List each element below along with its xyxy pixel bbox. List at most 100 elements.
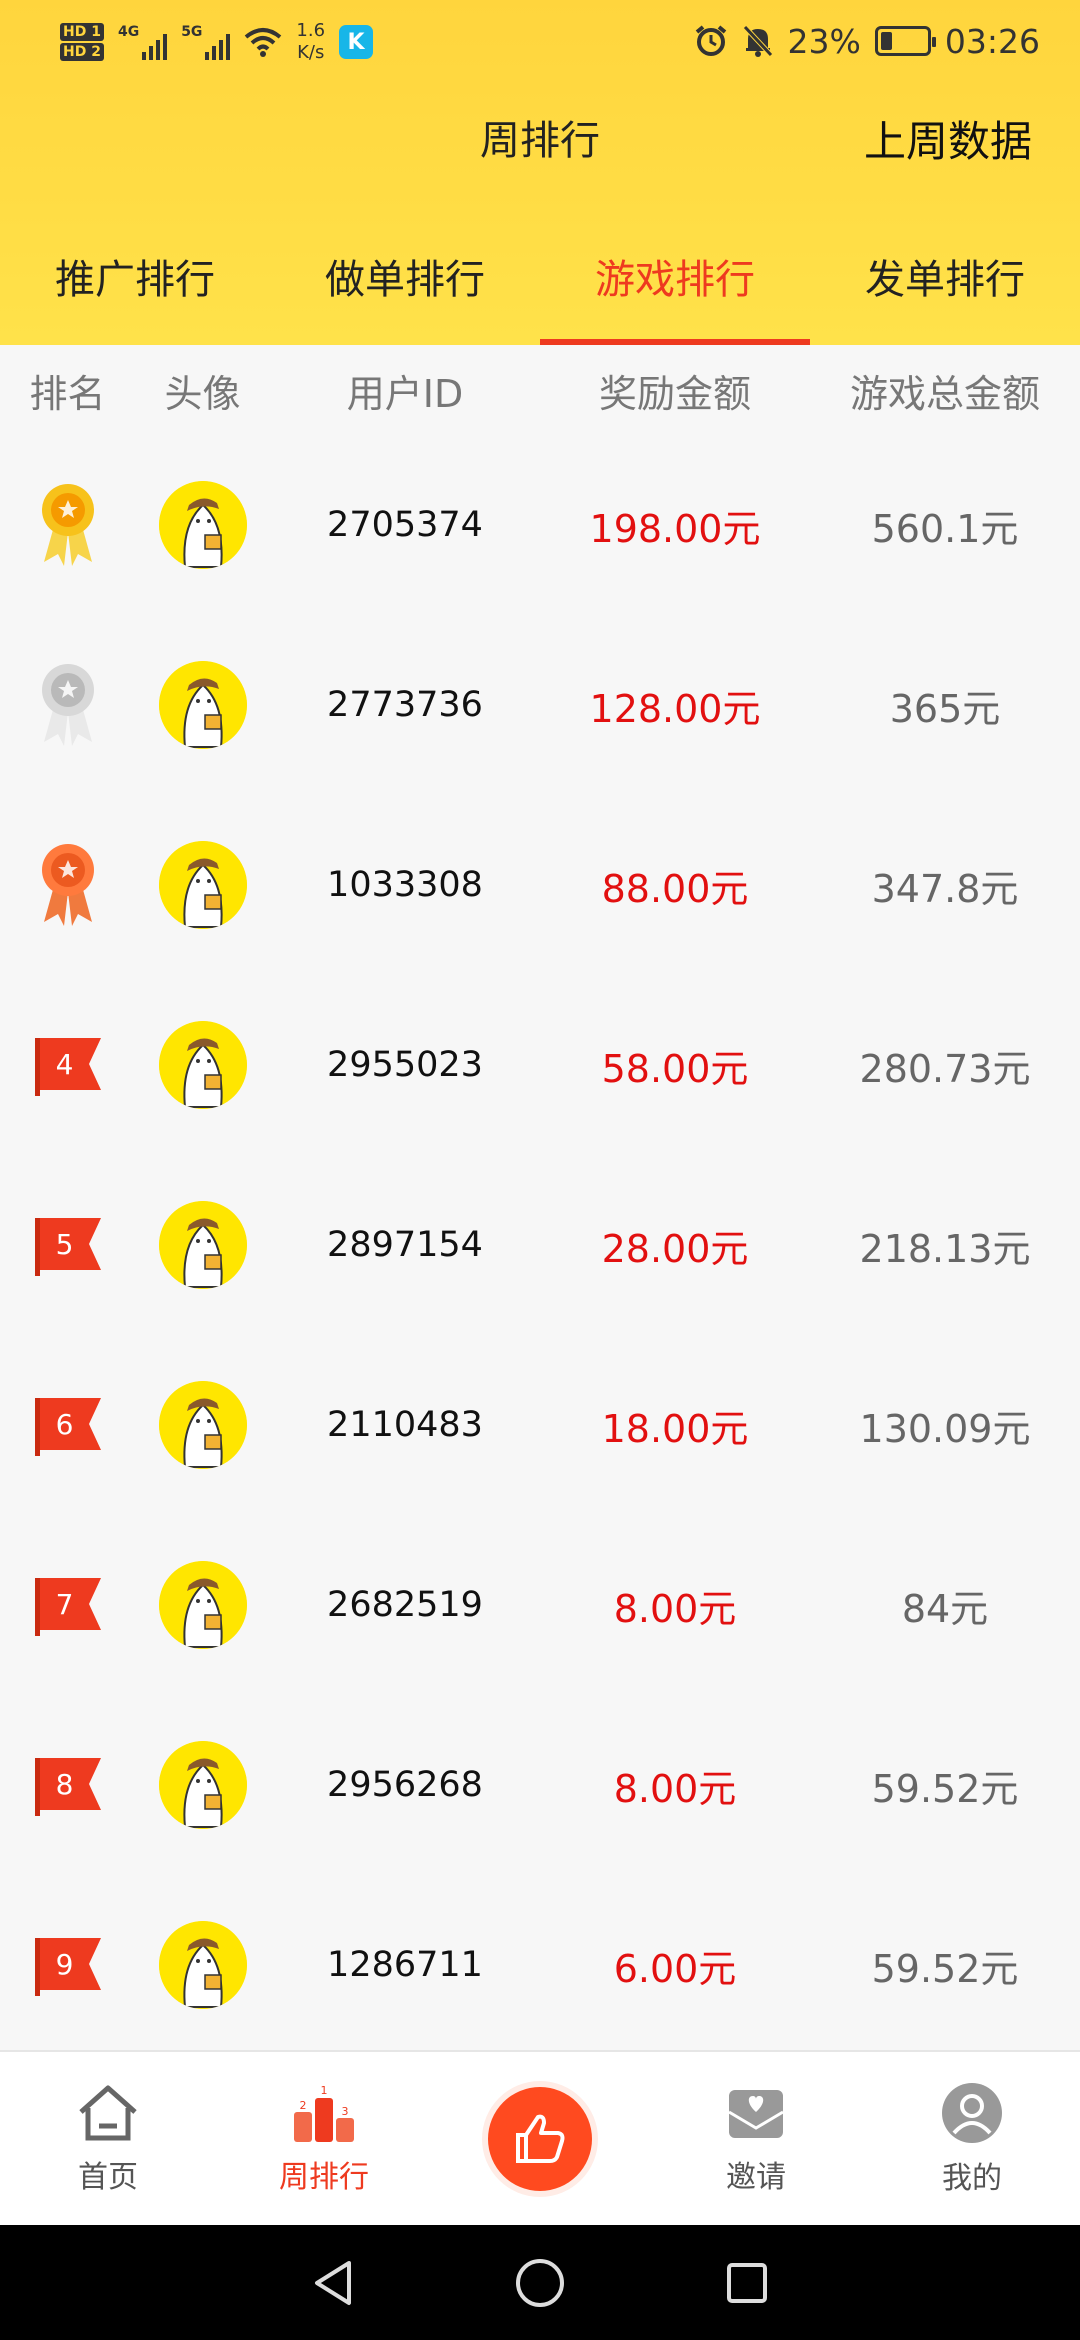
profile-icon (942, 2082, 1002, 2143)
svg-text:3: 3 (342, 2105, 349, 2118)
table-row[interactable]: 7 2682519 8.00元 84元 (0, 1515, 1080, 1695)
avatar[interactable] (158, 1201, 247, 1289)
table-row[interactable]: 1033308 88.00元 347.8元 (0, 795, 1080, 975)
clock: 03:26 (944, 21, 1040, 61)
bronze-medal-icon (36, 840, 100, 930)
rank-flag-icon: 9 (33, 1934, 103, 1996)
user-id: 2897154 (327, 1225, 483, 1265)
reward-amount: 8.00元 (613, 1766, 737, 1811)
col-reward: 奖励金额 (598, 371, 751, 416)
ranking-tabs: 推广排行 做单排行 游戏排行 发单排行 (0, 245, 1080, 345)
user-id: 2705374 (327, 505, 483, 545)
game-total-amount: 130.09元 (859, 1406, 1031, 1451)
tab-task-ranking[interactable]: 做单排行 (270, 245, 540, 345)
game-total-amount: 347.8元 (871, 866, 1019, 911)
rank-cell (0, 840, 135, 930)
gold-medal-icon (36, 480, 100, 570)
rank-flag-icon: 8 (33, 1754, 103, 1816)
thumbs-up-icon (516, 2114, 565, 2163)
alarm-icon (695, 25, 726, 56)
status-bar: HD 1 HD 2 4G 5G 1.6 K/s K 23% 03:26 (0, 0, 1080, 82)
battery-percent: 23% (787, 21, 861, 61)
nav-home[interactable]: 首页 (0, 2052, 216, 2225)
table-row[interactable]: 6 2110483 18.00元 130.09元 (0, 1335, 1080, 1515)
nav-weekly-ranking[interactable]: 2 1 3 周排行 (216, 2052, 432, 2225)
tab-promotion-ranking[interactable]: 推广排行 (0, 245, 270, 345)
rank-cell: 9 (0, 1934, 135, 1996)
table-row[interactable]: 8 2956268 8.00元 59.52元 (0, 1695, 1080, 1875)
user-id: 2682519 (327, 1585, 483, 1625)
bottom-nav: 首页 2 1 3 周排行 邀请 我的 (0, 2050, 1080, 2225)
rank-cell: 5 (0, 1214, 135, 1276)
tab-game-ranking[interactable]: 游戏排行 (540, 245, 810, 345)
reward-amount: 28.00元 (601, 1226, 749, 1271)
user-id: 1033308 (327, 865, 483, 905)
user-id: 1286711 (327, 1945, 483, 1985)
col-rank: 排名 (29, 371, 106, 416)
header: HD 1 HD 2 4G 5G 1.6 K/s K 23% 03:26 周排行 … (0, 0, 1080, 345)
user-id: 2956268 (327, 1765, 483, 1805)
rank-flag-icon: 5 (33, 1214, 103, 1276)
table-row[interactable]: 2773736 128.00元 365元 (0, 615, 1080, 795)
game-total-amount: 280.73元 (859, 1046, 1031, 1091)
avatar[interactable] (158, 841, 247, 929)
table-row[interactable]: 5 2897154 28.00元 218.13元 (0, 1155, 1080, 1335)
thumbs-up-button[interactable] (488, 2086, 592, 2191)
rank-cell: 8 (0, 1754, 135, 1816)
rank-cell: 7 (0, 1574, 135, 1636)
nav-profile-label: 我的 (942, 2160, 1002, 2196)
avatar-cell (135, 1921, 270, 2009)
avatar[interactable] (158, 1381, 247, 1469)
table-header: 排名 头像 用户ID 奖励金额 游戏总金额 (0, 345, 1080, 435)
hd2-label: HD 2 (60, 43, 104, 61)
avatar[interactable] (158, 481, 247, 569)
user-id: 2110483 (327, 1405, 483, 1445)
table-row[interactable]: 2705374 198.00元 560.1元 (0, 435, 1080, 615)
nav-home-label: 首页 (78, 2159, 138, 2195)
net-5g-label: 5G (181, 24, 203, 40)
avatar[interactable] (158, 1741, 247, 1829)
app-notification-icon: K (339, 25, 374, 59)
user-id: 2773736 (327, 685, 483, 725)
home-circle-icon[interactable] (514, 2257, 566, 2309)
signal-4g-icon: 4G (118, 24, 168, 60)
network-speed: 1.6 K/s (296, 20, 326, 63)
avatar[interactable] (158, 1921, 247, 2009)
avatar[interactable] (158, 661, 247, 749)
ranking-list: 2705374 198.00元 560.1元 2773736 128.00元 365元 10… (0, 435, 1080, 2055)
nav-invite[interactable]: 邀请 (648, 2052, 864, 2225)
rank-number: 8 (55, 1767, 74, 1801)
avatar-cell (135, 481, 270, 569)
rank-cell (0, 480, 135, 570)
nav-profile[interactable]: 我的 (864, 2052, 1080, 2225)
table-row[interactable]: 4 2955023 58.00元 280.73元 (0, 975, 1080, 1155)
rank-cell: 4 (0, 1034, 135, 1096)
system-navigation-bar (0, 2225, 1080, 2340)
reward-amount: 198.00元 (589, 506, 761, 551)
game-total-amount: 59.52元 (871, 1766, 1019, 1811)
silver-medal-icon (36, 660, 100, 750)
col-game-total: 游戏总金额 (849, 371, 1040, 416)
game-total-amount: 560.1元 (871, 506, 1019, 551)
avatar-cell (135, 1381, 270, 1469)
recents-square-icon[interactable] (723, 2259, 771, 2307)
rank-cell (0, 660, 135, 750)
last-week-data-button[interactable]: 上周数据 (864, 108, 1032, 169)
svg-text:2: 2 (300, 2099, 307, 2112)
mute-bell-icon (742, 25, 773, 57)
reward-amount: 6.00元 (613, 1946, 737, 1991)
tab-posting-ranking[interactable]: 发单排行 (810, 245, 1080, 345)
svg-text:1: 1 (321, 2084, 328, 2097)
reward-amount: 8.00元 (613, 1586, 737, 1631)
back-icon[interactable] (309, 2257, 357, 2309)
signal-5g-icon: 5G (181, 24, 231, 60)
avatar-cell (135, 661, 270, 749)
game-total-amount: 365元 (889, 686, 1001, 731)
nav-center-action[interactable] (432, 2052, 648, 2225)
table-row[interactable]: 9 1286711 6.00元 59.52元 (0, 1875, 1080, 2055)
rank-number: 4 (55, 1047, 74, 1081)
avatar[interactable] (158, 1021, 247, 1109)
rank-cell: 6 (0, 1394, 135, 1456)
avatar[interactable] (158, 1561, 247, 1649)
avatar-cell (135, 1021, 270, 1109)
